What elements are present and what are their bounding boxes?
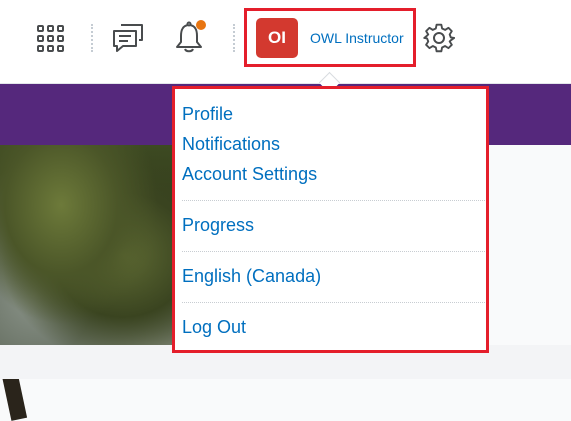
user-dropdown-menu: Profile Notifications Account Settings P… bbox=[172, 86, 489, 353]
gear-icon[interactable] bbox=[423, 22, 455, 54]
menu-item-language[interactable]: English (Canada) bbox=[182, 265, 321, 287]
separator bbox=[233, 24, 235, 52]
menu-item-account-settings[interactable]: Account Settings bbox=[182, 163, 317, 185]
menu-item-notifications[interactable]: Notifications bbox=[182, 133, 280, 155]
waffle-grid-icon[interactable] bbox=[37, 25, 64, 52]
menu-item-logout[interactable]: Log Out bbox=[182, 316, 246, 338]
menu-divider bbox=[182, 200, 485, 201]
separator bbox=[91, 24, 93, 52]
menu-item-progress[interactable]: Progress bbox=[182, 214, 254, 236]
user-menu-button[interactable]: OI OWL Instructor bbox=[244, 8, 416, 67]
menu-divider bbox=[182, 302, 485, 303]
menu-divider bbox=[182, 251, 485, 252]
avatar: OI bbox=[256, 18, 298, 58]
course-image bbox=[0, 145, 175, 421]
top-navbar: OI OWL Instructor bbox=[0, 0, 571, 84]
notification-dot bbox=[196, 20, 206, 30]
bell-icon[interactable] bbox=[174, 19, 208, 53]
menu-item-profile[interactable]: Profile bbox=[182, 103, 233, 125]
chat-bubble-icon[interactable] bbox=[111, 22, 145, 54]
user-name: OWL Instructor bbox=[310, 30, 404, 46]
